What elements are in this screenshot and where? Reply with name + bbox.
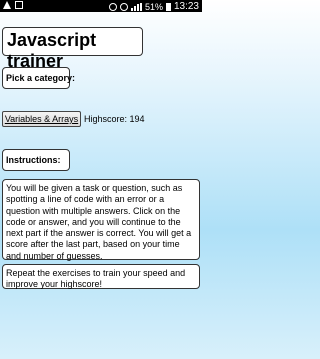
instructions-box: You will be given a task or question, su…	[2, 179, 200, 261]
instructions-label: Instructions:	[6, 155, 61, 165]
title-box: Javascript trainer	[2, 27, 143, 71]
category-variables-arrays-button[interactable]: Variables & Arrays	[2, 111, 81, 127]
status-bar: 51% 13:23	[0, 0, 202, 12]
repeat-box: Repeat the exercises to train your speed…	[2, 264, 200, 289]
alert-icon	[3, 1, 11, 9]
signal-icon	[130, 2, 142, 11]
battery-percent: 51%	[144, 1, 163, 12]
app-title: Javascript trainer	[7, 30, 97, 71]
wifi-icon	[119, 2, 128, 11]
highscore-text: Highscore: 194	[84, 114, 145, 124]
category-label: Pick a category:	[6, 73, 76, 83]
alarm-icon	[108, 2, 117, 11]
category-label-box: Pick a category:	[2, 67, 75, 89]
notification-icon	[15, 1, 23, 9]
battery-icon	[165, 2, 171, 11]
instructions-text: You will be given a task or question, su…	[6, 183, 192, 261]
clock: 13:23	[173, 1, 199, 12]
repeat-text: Repeat the exercises to train your speed…	[6, 268, 186, 290]
instructions-label-box: Instructions:	[2, 149, 70, 171]
